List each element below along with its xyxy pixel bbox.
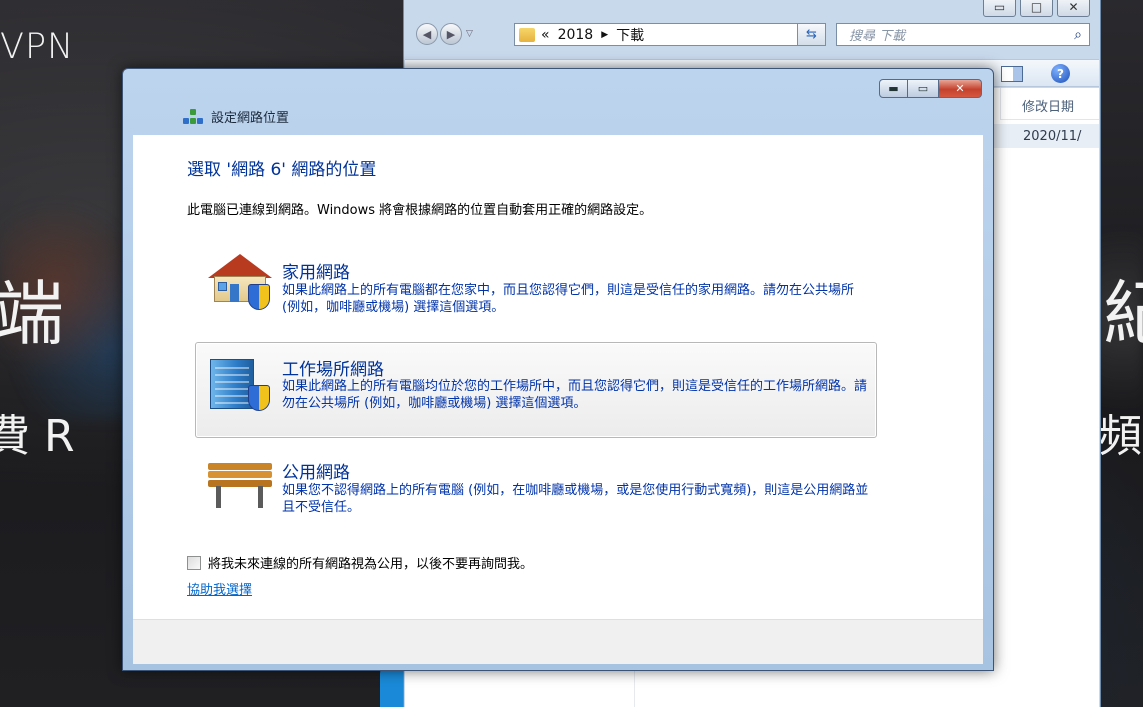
breadcrumb-2018[interactable]: 2018 bbox=[558, 27, 594, 43]
work-network-icon bbox=[204, 355, 274, 413]
dialog-title-text: 設定網路位置 bbox=[211, 111, 290, 126]
treat-all-public-label: 將我未來連線的所有網路視為公用，以後不要再詢問我。 bbox=[208, 557, 534, 572]
network-icon bbox=[183, 108, 203, 125]
dialog-minimize-button[interactable]: ▬ bbox=[879, 79, 908, 98]
explorer-maximize-button[interactable]: □ bbox=[1020, 0, 1053, 17]
background-subheading-left: 費 R bbox=[0, 411, 75, 462]
shield-icon bbox=[248, 284, 270, 310]
public-network-description: 如果您不認得網路上的所有電腦 (例如，在咖啡廳或機場，或是您使用行動式寬頻)，則… bbox=[282, 483, 869, 515]
help-me-choose-link[interactable]: 協助我選擇 bbox=[187, 579, 252, 598]
explorer-caption-buttons: ▭ □ ✕ bbox=[983, 0, 1090, 17]
address-bar[interactable]: « 2018 ▶ 下載 ▼ bbox=[514, 23, 822, 46]
home-network-option[interactable]: 家用網路 如果此網路上的所有電腦都在您家中，而且您認得它們，則這是受信任的家用網… bbox=[195, 241, 877, 337]
work-network-description: 如果此網路上的所有電腦均位於您的工作場所中，而且您認得它們，則這是受信任的工作場… bbox=[282, 379, 868, 411]
history-dropdown-icon[interactable]: ▽ bbox=[466, 29, 473, 39]
breadcrumb-downloads[interactable]: 下載 bbox=[616, 25, 644, 45]
back-icon[interactable]: ◀ bbox=[416, 23, 438, 45]
forward-icon[interactable]: ▶ bbox=[440, 23, 462, 45]
dialog-title: 設定網路位置 bbox=[183, 107, 289, 126]
shield-icon bbox=[248, 385, 270, 411]
background-heading-right: 紀 bbox=[1103, 273, 1143, 355]
background-heading-left: 端 bbox=[0, 273, 64, 355]
search-placeholder: 搜尋 下載 bbox=[849, 29, 906, 44]
search-input[interactable]: 搜尋 下載 ⌕ bbox=[836, 23, 1090, 46]
address-prefix: « bbox=[541, 26, 550, 43]
search-icon[interactable]: ⌕ bbox=[1074, 27, 1089, 43]
public-network-title: 公用網路 bbox=[282, 463, 350, 483]
preview-pane-icon[interactable] bbox=[1001, 66, 1023, 82]
public-network-icon bbox=[204, 454, 274, 512]
treat-all-public-checkbox-row[interactable]: 將我未來連線的所有網路視為公用，以後不要再詢問我。 bbox=[187, 553, 533, 572]
file-row-date: 2020/11/ bbox=[1023, 129, 1082, 144]
home-network-description: 如果此網路上的所有電腦都在您家中，而且您認得它們，則這是受信任的家用網路。請勿在… bbox=[282, 283, 855, 315]
work-network-option[interactable]: 工作場所網路 如果此網路上的所有電腦均位於您的工作場所中，而且您認得它們，則這是… bbox=[195, 342, 877, 438]
explorer-nav: ◀ ▶ ▽ bbox=[416, 23, 473, 45]
background-subheading-right: 頻 bbox=[1098, 411, 1142, 462]
help-icon[interactable]: ? bbox=[1051, 64, 1070, 83]
explorer-close-button[interactable]: ✕ bbox=[1057, 0, 1090, 17]
dialog-close-button[interactable]: ✕ bbox=[939, 79, 982, 98]
dialog-maximize-button[interactable]: ▭ bbox=[908, 79, 939, 98]
home-network-icon bbox=[204, 254, 274, 312]
explorer-minimize-button[interactable]: ▭ bbox=[983, 0, 1016, 17]
home-network-title: 家用網路 bbox=[282, 263, 350, 283]
folder-icon bbox=[519, 27, 535, 42]
dialog-caption-buttons: ▬ ▭ ✕ bbox=[879, 79, 982, 98]
column-header-modified-date[interactable]: 修改日期 bbox=[1000, 88, 1099, 120]
intro-text: 此電腦已連線到網路。Windows 將會根據網路的位置自動套用正確的網路設定。 bbox=[187, 203, 653, 218]
set-network-location-dialog: ▬ ▭ ✕ 設定網路位置 選取 '網路 6' 網路的位置 此電腦已連線到網路。W… bbox=[122, 68, 994, 671]
background-vpn-text: VPN bbox=[0, 27, 75, 67]
dialog-content: 選取 '網路 6' 網路的位置 此電腦已連線到網路。Windows 將會根據網路… bbox=[133, 135, 983, 619]
page-heading: 選取 '網路 6' 網路的位置 bbox=[187, 160, 377, 180]
chevron-right-icon[interactable]: ▶ bbox=[601, 30, 608, 40]
refresh-icon[interactable]: ⇆ bbox=[797, 23, 826, 46]
public-network-option[interactable]: 公用網路 如果您不認得網路上的所有電腦 (例如，在咖啡廳或機場，或是您使用行動式… bbox=[195, 441, 877, 537]
work-network-title: 工作場所網路 bbox=[282, 360, 384, 380]
dialog-footer bbox=[133, 619, 983, 664]
treat-all-public-checkbox[interactable] bbox=[187, 555, 201, 570]
